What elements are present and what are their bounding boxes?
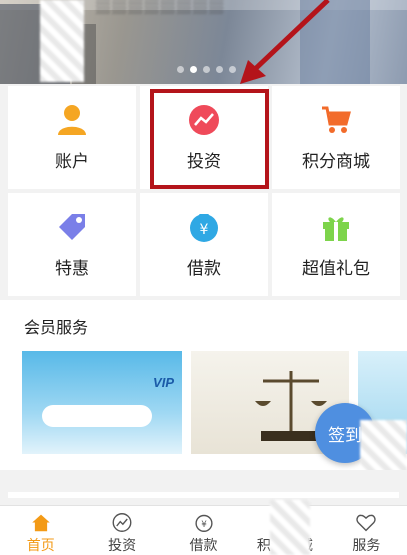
- section-title: 会员服务: [24, 320, 89, 337]
- invest-icon: [112, 513, 132, 532]
- price-tag-icon: [55, 210, 89, 244]
- grid-item-account[interactable]: 账户: [8, 86, 136, 189]
- grid-item-points-mall[interactable]: 积分商城: [272, 86, 400, 189]
- grid-item-label: 账户: [55, 152, 89, 171]
- grid-item-specials[interactable]: 特惠: [8, 193, 136, 296]
- nav-item-home[interactable]: 首页: [0, 506, 81, 555]
- person-icon: [55, 103, 89, 137]
- nav-label: 投资: [108, 537, 137, 553]
- cart-icon: [319, 103, 353, 137]
- loan-icon: ¥: [194, 514, 213, 532]
- svg-text:¥: ¥: [201, 520, 207, 530]
- nav-label: 服务: [352, 537, 381, 553]
- nav-item-loan[interactable]: ¥ 借款: [163, 506, 244, 555]
- home-icon: [31, 514, 50, 532]
- money-bag-icon: ¥: [187, 210, 221, 244]
- svg-text:¥: ¥: [200, 222, 209, 238]
- service-card[interactable]: VIP: [22, 351, 182, 454]
- trend-up-icon: [187, 103, 221, 137]
- mosaic-mask: [270, 500, 310, 555]
- nav-label: 借款: [189, 537, 218, 553]
- grid-item-label: 超值礼包: [302, 259, 370, 278]
- gift-icon: [319, 210, 353, 244]
- section-divider: [0, 470, 407, 498]
- grid-item-label: 特惠: [55, 259, 89, 278]
- nav-label: 首页: [26, 537, 55, 553]
- grid-item-label: 积分商城: [302, 152, 370, 171]
- nav-item-service[interactable]: 服务: [326, 506, 407, 555]
- nav-item-invest[interactable]: 投资: [81, 506, 162, 555]
- heart-icon: [356, 514, 376, 532]
- airplane-graphic: [42, 405, 152, 427]
- grid-item-loan[interactable]: ¥ 借款: [140, 193, 268, 296]
- grid-item-gift-pack[interactable]: 超值礼包: [272, 193, 400, 296]
- grid-item-label: 借款: [187, 259, 221, 278]
- grid-item-invest[interactable]: 投资: [140, 86, 268, 189]
- feature-grid: 账户 投资 积分商城 特惠 ¥ 借款 超值礼包: [8, 86, 400, 296]
- bottom-nav: 首页 投资 ¥ 借款 积分商城 服务: [0, 505, 407, 555]
- grid-item-label: 投资: [187, 152, 221, 171]
- next-section-edge: [8, 492, 399, 498]
- card-graphic-text: VIP: [153, 375, 174, 390]
